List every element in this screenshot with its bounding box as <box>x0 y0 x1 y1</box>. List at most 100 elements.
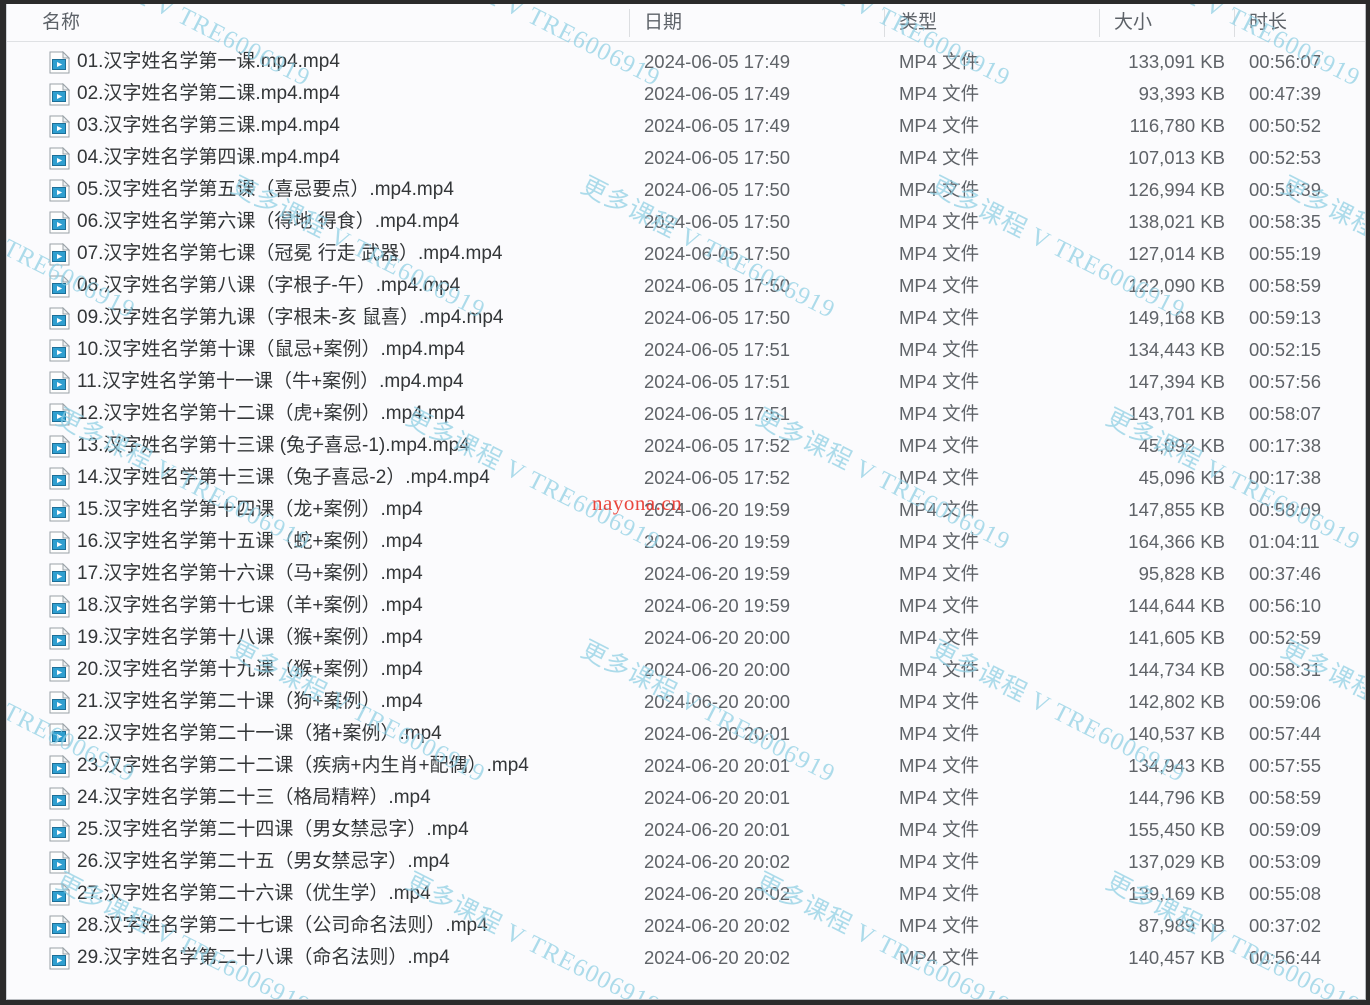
file-size-cell: 45,092 KB <box>1138 435 1225 456</box>
file-duration-cell: 00:56:10 <box>1249 595 1322 616</box>
file-duration-cell: 00:58:59 <box>1249 787 1322 808</box>
table-row[interactable]: 19.汉字姓名学第十八课（猴+案例）.mp4 2024-06-20 20:00 MP… <box>7 622 1365 654</box>
file-date-cell: 2024-06-20 20:01 <box>644 819 791 840</box>
file-size-cell: 140,457 KB <box>1128 947 1225 968</box>
table-row[interactable]: 03.汉字姓名学第三课.mp4.mp4 2024-06-05 17:49 MP4 文… <box>7 110 1365 142</box>
file-date-cell: 2024-06-20 20:02 <box>644 915 791 936</box>
table-row[interactable]: 27.汉字姓名学第二十六课（优生学）.mp4 2024-06-20 20:02 MP… <box>7 878 1365 910</box>
file-type-cell: MP4 文件 <box>899 147 980 168</box>
file-size-cell: 143,701 KB <box>1128 403 1225 424</box>
file-date-cell: 2024-06-20 20:02 <box>644 947 791 968</box>
table-row[interactable]: 29.汉字姓名学第二十八课（命名法则）.mp4 2024-06-20 20:02 M… <box>7 942 1365 974</box>
file-date-cell: 2024-06-05 17:50 <box>644 211 791 232</box>
table-row[interactable]: 06.汉字姓名学第六课（得地 得食）.mp4.mp4 2024-06-05 17:… <box>7 206 1365 238</box>
table-row[interactable]: 17.汉字姓名学第十六课（马+案例）.mp4 2024-06-20 19:59 MP… <box>7 558 1365 590</box>
file-type-cell: MP4 文件 <box>899 243 980 264</box>
table-row[interactable]: 02.汉字姓名学第二课.mp4.mp4 2024-06-05 17:49 MP4 文… <box>7 78 1365 110</box>
table-row[interactable]: 22.汉字姓名学第二十一课（猪+案例）.mp4 2024-06-20 20:01 M… <box>7 718 1365 750</box>
file-date-cell: 2024-06-20 20:02 <box>644 883 791 904</box>
file-name-cell: 15.汉字姓名学第十四课（龙+案例）.mp4 <box>77 499 423 520</box>
file-type-cell: MP4 文件 <box>899 595 980 616</box>
file-date-cell: 2024-06-05 17:52 <box>644 435 791 456</box>
table-row[interactable]: 16.汉字姓名学第十五课（蛇+案例）.mp4 2024-06-20 19:59 MP… <box>7 526 1365 558</box>
file-date-cell: 2024-06-20 20:01 <box>644 787 791 808</box>
file-duration-cell: 00:59:13 <box>1249 307 1322 328</box>
table-row[interactable]: 04.汉字姓名学第四课.mp4.mp4 2024-06-05 17:50 MP4 文… <box>7 142 1365 174</box>
table-row[interactable]: 13.汉字姓名学第十三课 (兔子喜忌-1).mp4.mp4 2024-06-05 … <box>7 430 1365 462</box>
table-row[interactable]: 14.汉字姓名学第十三课（兔子喜忌-2）.mp4.mp4 2024-06-05 1… <box>7 462 1365 494</box>
table-row[interactable]: 20.汉字姓名学第十九课（猴+案例）.mp4 2024-06-20 20:00 MP… <box>7 654 1365 686</box>
file-explorer-list-view: 名称 日期 类型 大小 时长 更多课程 V TRE6006919 更多课程 V T… <box>6 4 1366 1000</box>
file-name-cell: 24.汉字姓名学第二十三（格局精粹）.mp4 <box>77 787 431 808</box>
column-header-date[interactable]: 日期 <box>629 4 682 42</box>
file-size-cell: 134,943 KB <box>1128 755 1225 776</box>
file-size-cell: 139,169 KB <box>1128 883 1225 904</box>
file-duration-cell: 00:37:02 <box>1249 915 1322 936</box>
file-name-cell: 03.汉字姓名学第三课.mp4.mp4 <box>77 115 340 136</box>
file-name-cell: 26.汉字姓名学第二十五（男女禁忌字）.mp4 <box>77 851 450 872</box>
file-name-cell: 05.汉字姓名学第五课（喜忌要点）.mp4.mp4 <box>77 179 454 200</box>
file-size-cell: 140,537 KB <box>1128 723 1225 744</box>
file-type-cell: MP4 文件 <box>899 403 980 424</box>
table-row[interactable]: 08.汉字姓名学第八课（字根子-午）.mp4.mp4 2024-06-05 17:… <box>7 270 1365 302</box>
file-date-cell: 2024-06-05 17:50 <box>644 179 791 200</box>
table-row[interactable]: 24.汉字姓名学第二十三（格局精粹）.mp4 2024-06-20 20:01 MP… <box>7 782 1365 814</box>
file-size-cell: 142,802 KB <box>1128 691 1225 712</box>
column-header-size[interactable]: 大小 <box>1099 4 1152 42</box>
table-row[interactable]: 25.汉字姓名学第二十四课（男女禁忌字）.mp4 2024-06-20 20:01… <box>7 814 1365 846</box>
table-row[interactable]: 12.汉字姓名学第十二课（虎+案例）.mp4.mp4 2024-06-05 17:… <box>7 398 1365 430</box>
file-name-cell: 14.汉字姓名学第十三课（兔子喜忌-2）.mp4.mp4 <box>77 467 490 488</box>
table-row[interactable]: 07.汉字姓名学第七课（冠冕 行走 武器）.mp4.mp4 2024-06-05 … <box>7 238 1365 270</box>
file-type-cell: MP4 文件 <box>899 563 980 584</box>
file-size-cell: 149,168 KB <box>1128 307 1225 328</box>
table-row[interactable]: 23.汉字姓名学第二十二课（疾病+内生肖+配偶）.mp4 2024-06-20 2… <box>7 750 1365 782</box>
file-name-cell: 27.汉字姓名学第二十六课（优生学）.mp4 <box>77 883 431 904</box>
table-row[interactable]: 09.汉字姓名学第九课（字根未-亥 鼠喜）.mp4.mp4 2024-06-05 … <box>7 302 1365 334</box>
file-type-cell: MP4 文件 <box>899 371 980 392</box>
file-duration-cell: 00:17:38 <box>1249 435 1322 456</box>
file-date-cell: 2024-06-20 20:02 <box>644 851 791 872</box>
column-header-name[interactable]: 名称 <box>27 4 80 42</box>
file-name-cell: 25.汉字姓名学第二十四课（男女禁忌字）.mp4 <box>77 819 469 840</box>
table-row[interactable]: 11.汉字姓名学第十一课（牛+案例）.mp4.mp4 2024-06-05 17:… <box>7 366 1365 398</box>
file-type-cell: MP4 文件 <box>899 179 980 200</box>
file-name-cell: 08.汉字姓名学第八课（字根子-午）.mp4.mp4 <box>77 275 461 296</box>
file-date-cell: 2024-06-20 20:00 <box>644 691 791 712</box>
file-duration-cell: 00:51:39 <box>1249 179 1322 200</box>
file-duration-cell: 00:58:09 <box>1249 499 1322 520</box>
column-header-row: 名称 日期 类型 大小 时长 <box>7 4 1365 42</box>
file-duration-cell: 00:58:35 <box>1249 211 1322 232</box>
file-name-cell: 23.汉字姓名学第二十二课（疾病+内生肖+配偶）.mp4 <box>77 755 529 776</box>
file-size-cell: 138,021 KB <box>1128 211 1225 232</box>
column-header-duration[interactable]: 时长 <box>1234 4 1287 42</box>
table-row[interactable]: 10.汉字姓名学第十课（鼠忌+案例）.mp4.mp4 2024-06-05 17:… <box>7 334 1365 366</box>
column-header-type[interactable]: 类型 <box>884 4 937 42</box>
table-row[interactable]: 21.汉字姓名学第二十课（狗+案例）.mp4 2024-06-20 20:00 MP… <box>7 686 1365 718</box>
table-row[interactable]: 28.汉字姓名学第二十七课（公司命名法则）.mp4 2024-06-20 20:0… <box>7 910 1365 942</box>
table-row[interactable]: 15.汉字姓名学第十四课（龙+案例）.mp4 2024-06-20 19:59 MP… <box>7 494 1365 526</box>
file-date-cell: 2024-06-20 19:59 <box>644 531 791 552</box>
table-row[interactable]: 05.汉字姓名学第五课（喜忌要点）.mp4.mp4 2024-06-05 17:5… <box>7 174 1365 206</box>
file-duration-cell: 00:52:53 <box>1249 147 1322 168</box>
file-type-cell: MP4 文件 <box>899 627 980 648</box>
file-type-cell: MP4 文件 <box>899 211 980 232</box>
file-duration-cell: 00:58:31 <box>1249 659 1322 680</box>
table-row[interactable]: 01.汉字姓名学第一课.mp4.mp4 2024-06-05 17:49 MP4 文… <box>7 46 1365 78</box>
file-date-cell: 2024-06-05 17:50 <box>644 147 791 168</box>
file-size-cell: 126,994 KB <box>1128 179 1225 200</box>
file-size-cell: 127,014 KB <box>1128 243 1225 264</box>
file-size-cell: 144,734 KB <box>1128 659 1225 680</box>
file-type-cell: MP4 文件 <box>899 819 980 840</box>
file-name-cell: 18.汉字姓名学第十七课（羊+案例）.mp4 <box>77 595 423 616</box>
file-duration-cell: 00:58:07 <box>1249 403 1322 424</box>
file-date-cell: 2024-06-05 17:49 <box>644 83 791 104</box>
table-row[interactable]: 18.汉字姓名学第十七课（羊+案例）.mp4 2024-06-20 19:59 MP… <box>7 590 1365 622</box>
table-row[interactable]: 26.汉字姓名学第二十五（男女禁忌字）.mp4 2024-06-20 20:02 M… <box>7 846 1365 878</box>
file-date-cell: 2024-06-05 17:51 <box>644 403 791 424</box>
file-name-cell: 04.汉字姓名学第四课.mp4.mp4 <box>77 147 340 168</box>
file-date-cell: 2024-06-05 17:52 <box>644 467 791 488</box>
file-size-cell: 107,013 KB <box>1128 147 1225 168</box>
file-name-cell: 11.汉字姓名学第十一课（牛+案例）.mp4.mp4 <box>77 371 464 392</box>
file-name-cell: 20.汉字姓名学第十九课（猴+案例）.mp4 <box>77 659 423 680</box>
file-date-cell: 2024-06-05 17:51 <box>644 371 791 392</box>
